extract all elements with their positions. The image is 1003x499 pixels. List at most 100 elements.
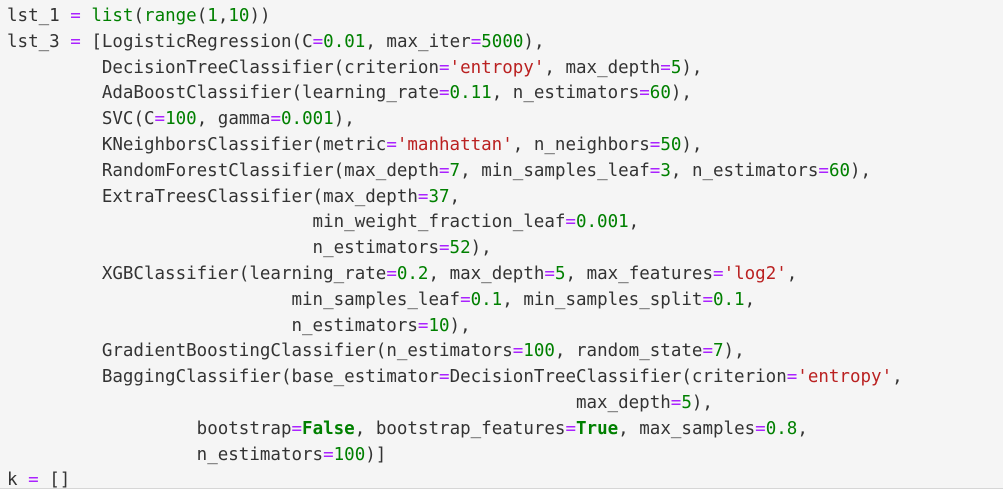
- code-punctuation: ),: [681, 57, 703, 78]
- code-punctuation: (: [291, 83, 303, 104]
- code-number: 7: [712, 341, 724, 362]
- code-identifier: C: [302, 31, 313, 52]
- code-identifier: gamma: [217, 109, 271, 130]
- code-punctuation: (: [291, 31, 303, 52]
- code-number: 0.2: [396, 263, 429, 284]
- code-number: 100: [333, 444, 366, 465]
- code-operator: =: [660, 57, 671, 78]
- code-identifier: max_features: [586, 263, 714, 284]
- code-punctuation: ),: [681, 134, 703, 155]
- code-operator: =: [439, 83, 450, 104]
- code-operator: =: [439, 57, 450, 78]
- code-operator: =: [386, 134, 397, 155]
- code-identifier: DecisionTreeClassifier: [449, 367, 682, 388]
- code-operator: =: [565, 418, 577, 439]
- code-number: 10: [428, 315, 450, 336]
- code-identifier: RandomForestClassifier: [101, 160, 334, 181]
- code-number: 0.8: [765, 418, 798, 439]
- code-line: n_estimators=10),: [7, 314, 1003, 340]
- code-keyword: True: [576, 418, 619, 439]
- code-punctuation: ,: [217, 6, 229, 26]
- code-number: 5: [554, 263, 566, 284]
- code-operator: =: [565, 212, 576, 233]
- code-number: 100: [523, 341, 555, 362]
- code-identifier: max_depth: [565, 57, 661, 78]
- code-punctuation: ),: [670, 83, 692, 104]
- code-identifier: bootstrap: [196, 418, 292, 439]
- code-string: 'entropy': [797, 367, 893, 388]
- code-operator: =: [417, 186, 429, 207]
- code-operator: =: [702, 341, 713, 362]
- code-operator: =: [649, 134, 661, 155]
- code-operator: =: [702, 289, 713, 310]
- code-identifier: n_estimators: [512, 83, 640, 104]
- code-identifier: max_depth: [323, 186, 418, 207]
- code-identifier: bootstrap_features: [375, 418, 566, 439]
- code-line: ExtraTreesClassifier(max_depth=37,: [7, 185, 1003, 211]
- code-number: 0.1: [470, 289, 503, 310]
- code-punctuation: ,: [449, 186, 461, 207]
- code-punctuation: ,: [618, 418, 629, 439]
- code-line: DecisionTreeClassifier(criterion='entrop…: [7, 56, 1003, 82]
- code-cell[interactable]: lst_1 = list(range(1,10)) lst_3 = [Logist…: [0, 0, 1003, 490]
- code-punctuation: ),: [333, 109, 355, 130]
- code-identifier: criterion: [344, 57, 439, 78]
- code-punctuation: (: [196, 6, 208, 26]
- code-identifier: SVC: [101, 109, 134, 130]
- code-line: lst_3 = [LogisticRegression(C=0.01, max_…: [7, 30, 1003, 56]
- code-identifier: min_samples_leaf: [291, 289, 461, 310]
- code-number: 5000: [481, 31, 524, 52]
- code-operator: =: [544, 263, 555, 284]
- code-punctuation: )): [249, 6, 271, 26]
- code-punctuation: ),: [449, 315, 471, 336]
- code-identifier: metric: [323, 134, 387, 155]
- code-punctuation: ),: [723, 341, 745, 362]
- code-punctuation: ),: [691, 392, 713, 413]
- code-punctuation: ,: [491, 83, 503, 104]
- code-identifier: LogisticRegression: [101, 31, 292, 52]
- code-operator: =: [755, 418, 766, 439]
- code-number: 3: [660, 160, 671, 181]
- code-line: bootstrap=False, bootstrap_features=True…: [7, 417, 1003, 443]
- code-number: 37: [428, 186, 450, 207]
- code-punctuation: (: [312, 186, 324, 207]
- code-operator: =: [291, 418, 303, 439]
- code-punctuation: ,: [365, 31, 376, 52]
- code-operator: =: [460, 289, 471, 310]
- code-punctuation: (: [133, 109, 144, 130]
- code-number: 52: [449, 238, 471, 259]
- code-identifier: lst_1: [7, 6, 60, 26]
- code-identifier: n_estimators: [291, 315, 418, 336]
- code-identifier: ExtraTreesClassifier: [101, 186, 313, 207]
- code-punctuation: ,: [544, 57, 555, 78]
- code-line: AdaBoostClassifier(learning_rate=0.11, n…: [7, 81, 1003, 107]
- code-number: 7: [449, 160, 461, 181]
- code-number: 0.1: [712, 289, 745, 310]
- code-punctuation: (: [312, 134, 324, 155]
- code-number: 1: [207, 6, 218, 26]
- code-punctuation: ,: [744, 289, 756, 310]
- code-editor[interactable]: lst_1 = list(range(1,10)) lst_3 = [Logist…: [0, 0, 1003, 494]
- code-line: min_samples_leaf=0.1, min_samples_split=…: [7, 288, 1003, 314]
- code-punctuation: []: [49, 470, 71, 491]
